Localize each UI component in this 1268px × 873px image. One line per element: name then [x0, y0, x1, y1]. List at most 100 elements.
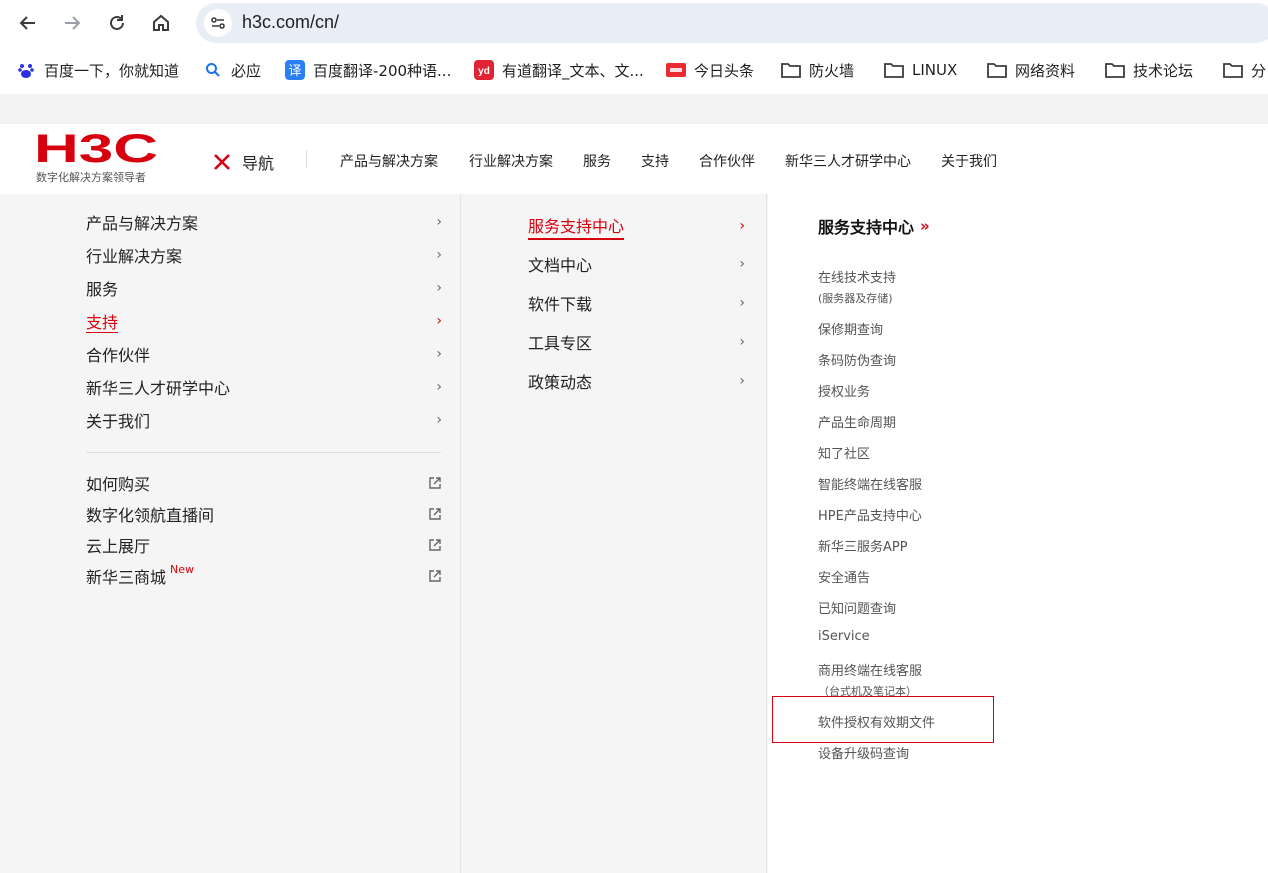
menu3-item-label: iService — [818, 629, 870, 644]
menu3-item-commercial-terminal[interactable]: 商用终端在线客服 （台式机及笔记本） — [818, 660, 922, 699]
menu3-item-label: HPE产品支持中心 — [818, 509, 922, 524]
home-icon — [153, 14, 169, 31]
ext-link-cloud-hall[interactable]: 云上展厅 — [86, 533, 442, 557]
bookmark-label: 网络资料 — [1015, 61, 1076, 80]
home-button[interactable] — [146, 8, 176, 38]
header-nav-partners[interactable]: 合作伙伴 — [699, 151, 755, 171]
ext-link-store[interactable]: 新华三商城 New — [86, 563, 442, 588]
header-nav-products[interactable]: 产品与解决方案 — [340, 151, 438, 171]
menu1-item-label: 支持 — [86, 313, 119, 332]
menu1-item-partners[interactable]: 合作伙伴 › — [86, 341, 442, 367]
bookmark-label: LINUX — [912, 61, 958, 79]
chevron-right-icon: › — [436, 346, 442, 362]
menu3-item-label: 条码防伪查询 — [818, 354, 897, 369]
menu2-item-docs[interactable]: 文档中心 › — [528, 251, 745, 277]
menu3-item-label: 设备升级码查询 — [818, 747, 910, 762]
menu2-item-label: 工具专区 — [528, 334, 593, 353]
menu3-item-app[interactable]: 新华三服务APP — [818, 536, 908, 555]
menu3-item-sub: (服务器及存储) — [818, 292, 893, 305]
address-bar[interactable]: h3c.com/cn/ — [196, 3, 1268, 43]
ext-link-livestream[interactable]: 数字化领航直播间 — [86, 502, 442, 526]
menu3-item-upgrade-code[interactable]: 设备升级码查询 — [818, 743, 909, 762]
bookmark-bing[interactable]: 必应 — [203, 59, 261, 81]
arrow-right-icon — [65, 16, 81, 30]
forward-button[interactable] — [57, 8, 87, 38]
external-link-icon — [429, 539, 441, 551]
menu1-item-service[interactable]: 服务 › — [86, 275, 442, 301]
header-nav-support[interactable]: 支持 — [641, 151, 669, 171]
menu2-item-downloads[interactable]: 软件下载 › — [528, 290, 745, 316]
bookmark-label: 今日头条 — [694, 61, 755, 80]
folder-icon — [884, 60, 904, 80]
menu1-item-support[interactable]: 支持 › — [86, 308, 442, 334]
folder-icon — [987, 60, 1007, 80]
menu-divider — [86, 452, 441, 453]
bookmark-baidu-translate[interactable]: 译 百度翻译-200种语... — [285, 59, 451, 81]
menu1-item-talent[interactable]: 新华三人才研学中心 › — [86, 374, 442, 400]
reload-button[interactable] — [102, 8, 132, 38]
menu3-item-iservice[interactable]: iService — [818, 629, 870, 644]
bookmark-folder-forum[interactable]: 技术论坛 — [1105, 59, 1193, 81]
bookmark-toutiao[interactable]: 今日头条 — [666, 59, 754, 81]
header-nav-industry[interactable]: 行业解决方案 — [469, 151, 553, 171]
ext-link-store-text: 新华三商城 New — [86, 563, 194, 588]
menu3-title-link[interactable]: 服务支持中心 » — [818, 214, 930, 238]
header-nav-about[interactable]: 关于我们 — [941, 151, 997, 171]
menu3-item-barcode[interactable]: 条码防伪查询 — [818, 350, 896, 369]
logo-subtitle: 数字化解决方案领导者 — [36, 171, 146, 184]
search-icon — [203, 60, 223, 80]
bookmark-label: 技术论坛 — [1133, 61, 1194, 80]
menu3-item-license[interactable]: 授权业务 — [818, 381, 870, 400]
bookmark-folder-network[interactable]: 网络资料 — [987, 59, 1075, 81]
menu2-item-service-center[interactable]: 服务支持中心 › — [528, 213, 745, 240]
menu1-item-about[interactable]: 关于我们 › — [86, 407, 442, 433]
back-button[interactable] — [13, 8, 43, 38]
menu3-item-warranty[interactable]: 保修期查询 — [818, 319, 883, 338]
ext-link-buy[interactable]: 如何购买 — [86, 471, 442, 495]
chevron-right-icon: › — [436, 247, 442, 263]
menu2-item-policy[interactable]: 政策动态 › — [528, 368, 745, 394]
menu3-item-lifecycle[interactable]: 产品生命周期 — [818, 412, 896, 431]
svg-text:H3C: H3C — [34, 130, 158, 166]
folder-icon — [781, 60, 801, 80]
menu2-item-label: 文档中心 — [528, 256, 593, 275]
baidu-translate-icon: 译 — [285, 60, 305, 80]
ext-link-label: 云上展厅 — [86, 537, 151, 556]
external-link-icon — [429, 508, 441, 520]
menu3-item-security[interactable]: 安全通告 — [818, 567, 870, 586]
menu3-item-community[interactable]: 知了社区 — [818, 443, 870, 462]
menu3-item-smart-terminal[interactable]: 智能终端在线客服 — [818, 474, 922, 493]
header-nav-talent[interactable]: 新华三人才研学中心 — [785, 151, 911, 171]
chevron-right-icon: › — [739, 218, 745, 234]
bookmarks-bar: 百度一下，你就知道 必应 译 百度翻译-200种语... yd 有道翻译_文本、… — [0, 46, 1268, 94]
menu3-item-label: 产品生命周期 — [818, 416, 897, 431]
folder-icon — [1105, 60, 1125, 80]
menu3-item-known-issues[interactable]: 已知问题查询 — [818, 598, 896, 617]
chevron-right-icon: › — [436, 379, 442, 395]
menu1-item-products[interactable]: 产品与解决方案 › — [86, 209, 442, 235]
menu3-item-hpe[interactable]: HPE产品支持中心 — [818, 505, 922, 524]
chevron-right-icon: › — [436, 280, 442, 296]
menu3-item-label: 已知问题查询 — [818, 602, 897, 617]
bookmark-youdao[interactable]: yd 有道翻译_文本、文... — [474, 59, 644, 81]
menu1-item-label: 新华三人才研学中心 — [86, 379, 231, 398]
svg-text:译: 译 — [288, 64, 301, 79]
bookmark-baidu[interactable]: 百度一下，你就知道 — [16, 59, 179, 81]
close-icon — [214, 154, 230, 170]
menu2-item-label: 政策动态 — [528, 373, 593, 392]
header-nav-service[interactable]: 服务 — [583, 151, 611, 171]
toutiao-icon — [666, 60, 686, 80]
bookmark-folder-linux[interactable]: LINUX — [884, 59, 957, 81]
menu2-item-tools[interactable]: 工具专区 › — [528, 329, 745, 355]
menu3-item-label: 在线技术支持 — [818, 271, 897, 286]
bookmark-folder-more[interactable]: 分 — [1223, 59, 1266, 81]
close-nav-button[interactable]: 导航 — [212, 150, 274, 174]
menu1-item-label: 产品与解决方案 — [86, 214, 199, 233]
site-settings-icon[interactable] — [204, 9, 232, 37]
menu3-title: 服务支持中心 — [818, 218, 915, 237]
bookmark-folder-firewall[interactable]: 防火墙 — [781, 59, 854, 81]
double-chevron-right-icon: » — [920, 217, 930, 235]
url-text[interactable]: h3c.com/cn/ — [242, 12, 339, 33]
menu1-item-industry[interactable]: 行业解决方案 › — [86, 242, 442, 268]
menu3-item-online-support[interactable]: 在线技术支持 (服务器及存储) — [818, 267, 896, 306]
